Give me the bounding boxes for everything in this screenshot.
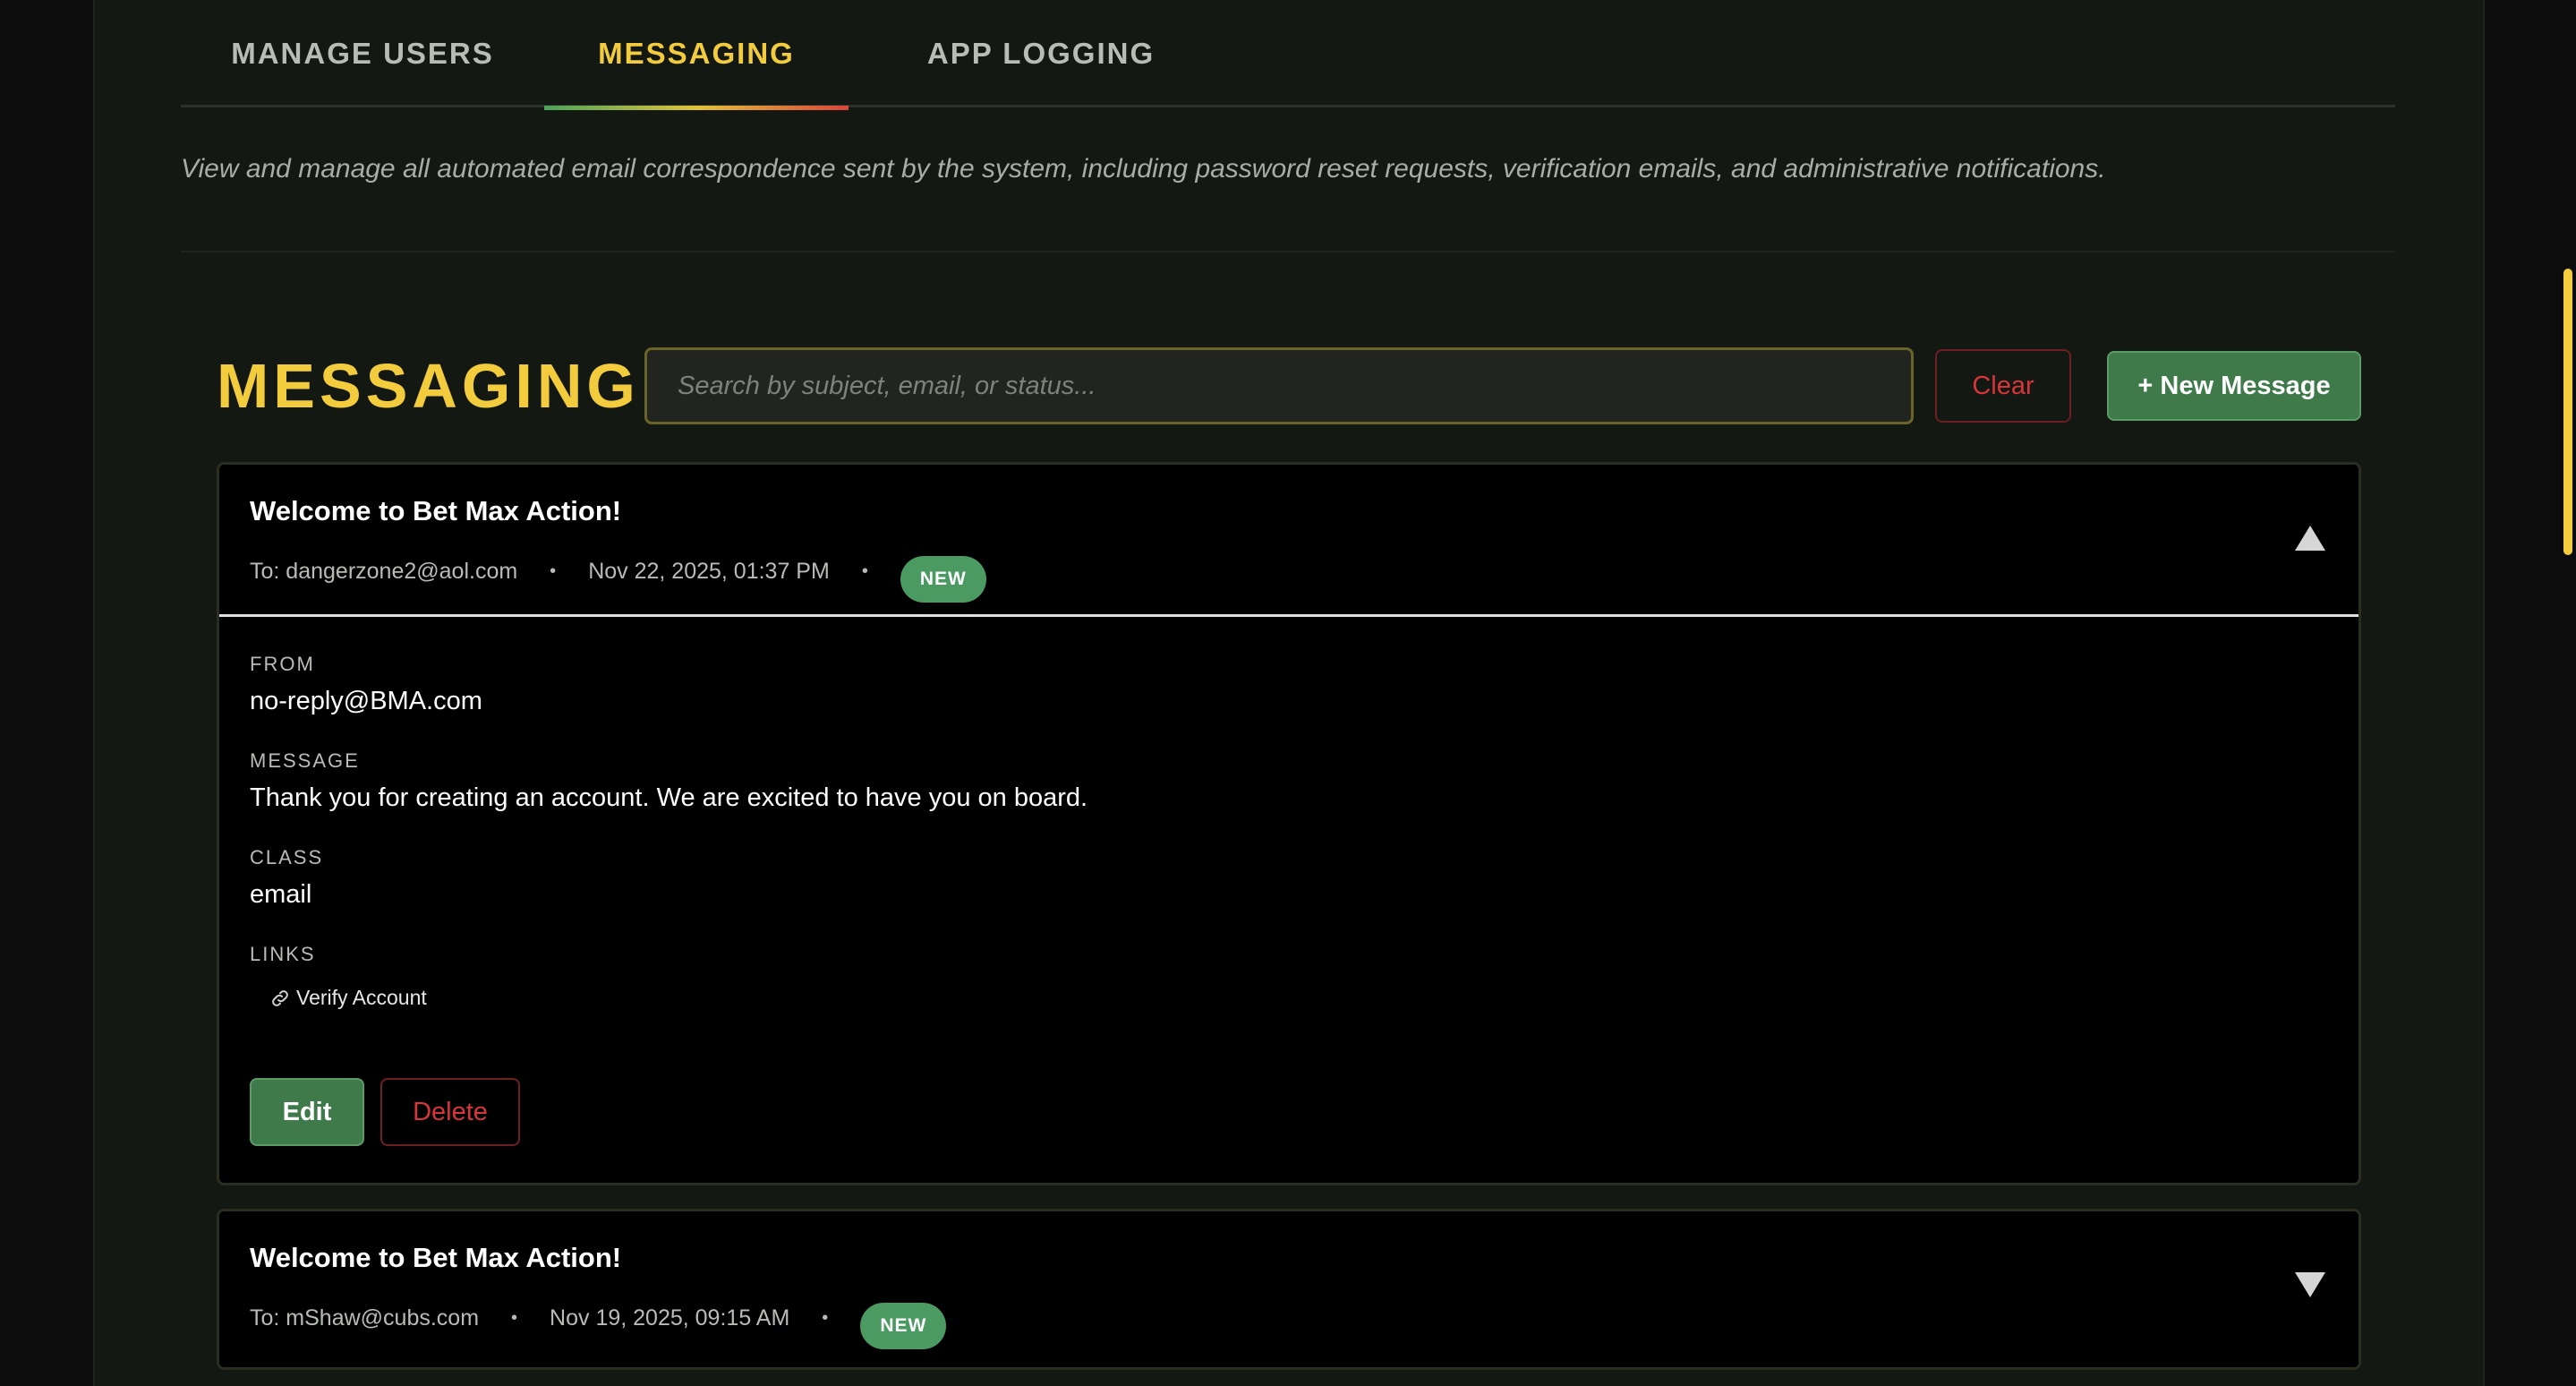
page-title: MESSAGING — [217, 351, 640, 421]
message-card-header[interactable]: Welcome to Bet Max Action! To: dangerzon… — [219, 465, 2358, 617]
message-recipient: To: mShaw@cubs.com — [250, 1305, 480, 1330]
message-card-body: FROM no-reply@BMA.com MESSAGE Thank you … — [219, 617, 2358, 1183]
message-date: Nov 22, 2025, 01:37 PM — [588, 558, 830, 584]
link-label: Verify Account — [296, 986, 427, 1009]
message-value: Thank you for creating an account. We ar… — [250, 783, 1088, 812]
link-icon — [269, 988, 291, 1009]
new-message-button[interactable]: + New Message — [2107, 351, 2361, 421]
clear-button[interactable]: Clear — [1935, 349, 2071, 423]
page-description: View and manage all automated email corr… — [181, 154, 2106, 184]
message-card-header[interactable]: Welcome to Bet Max Action! To: mShaw@cub… — [219, 1211, 2358, 1364]
section-divider — [181, 251, 2395, 252]
delete-button[interactable]: Delete — [380, 1078, 520, 1146]
message-label: MESSAGE — [250, 749, 360, 772]
class-label: CLASS — [250, 846, 324, 868]
meta-separator: • — [861, 560, 868, 581]
class-value: email — [250, 880, 312, 909]
message-card: Welcome to Bet Max Action! To: mShaw@cub… — [217, 1209, 2361, 1370]
scrollbar-thumb[interactable] — [2563, 269, 2572, 555]
message-card: Welcome to Bet Max Action! To: dangerzon… — [217, 462, 2361, 1185]
triangle-up-icon[interactable] — [2292, 520, 2328, 556]
from-value: no-reply@BMA.com — [250, 687, 482, 715]
tab-messaging[interactable]: MESSAGING — [544, 0, 849, 110]
tab-manage-users[interactable]: MANAGE USERS — [181, 0, 544, 107]
message-subject: Welcome to Bet Max Action! — [250, 495, 622, 526]
from-label: FROM — [250, 653, 315, 675]
tab-bar: MANAGE USERS MESSAGING APP LOGGING — [181, 0, 2395, 110]
edit-button[interactable]: Edit — [250, 1078, 364, 1146]
meta-separator: • — [822, 1307, 829, 1328]
message-subject: Welcome to Bet Max Action! — [250, 1242, 622, 1273]
search-input[interactable] — [644, 347, 1914, 424]
tab-app-logging[interactable]: APP LOGGING — [849, 0, 1233, 107]
meta-separator: • — [550, 560, 557, 581]
status-badge: NEW — [900, 556, 986, 603]
message-meta: To: dangerzone2@aol.com • Nov 22, 2025, … — [250, 540, 986, 603]
scrollbar-track[interactable] — [2556, 0, 2576, 1386]
message-recipient: To: dangerzone2@aol.com — [250, 558, 518, 584]
message-meta: To: mShaw@cubs.com • Nov 19, 2025, 09:15… — [250, 1287, 947, 1349]
status-badge: NEW — [860, 1303, 947, 1349]
message-date: Nov 19, 2025, 09:15 AM — [550, 1305, 790, 1330]
triangle-down-icon[interactable] — [2292, 1267, 2328, 1303]
link-verify-account[interactable]: Verify Account — [269, 986, 427, 1010]
links-label: LINKS — [250, 943, 316, 965]
meta-separator: • — [511, 1307, 518, 1328]
